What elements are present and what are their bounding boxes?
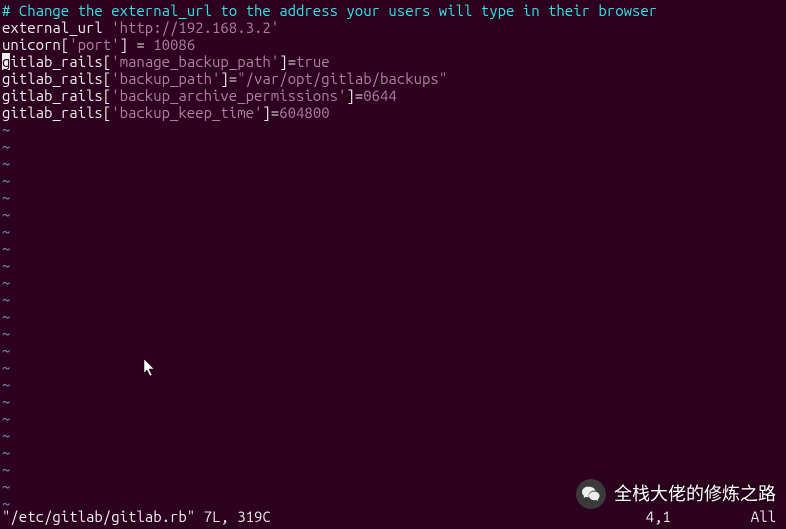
config-key: 'backup_archive_permissions' xyxy=(111,87,346,104)
vim-status-bar: "/etc/gitlab/gitlab.rb" 7L, 319C 4,1 All xyxy=(0,508,786,529)
empty-line-tilde: ~ xyxy=(2,393,784,410)
string-literal: 'http://192.168.3.2' xyxy=(111,19,279,36)
empty-line-tilde: ~ xyxy=(2,461,784,478)
comment-text: # Change the external_url to the address… xyxy=(2,2,657,19)
empty-line-tilde: ~ xyxy=(2,172,784,189)
empty-line-tilde: ~ xyxy=(2,138,784,155)
empty-line-tilde: ~ xyxy=(2,121,784,138)
config-key: 'backup_keep_time' xyxy=(111,104,262,121)
watermark: 全栈大佬的修炼之路 xyxy=(576,479,776,509)
boolean-literal: true xyxy=(296,53,330,70)
empty-line-tilde: ~ xyxy=(2,325,784,342)
config-key: 'backup_path' xyxy=(111,70,220,87)
code-line: # Change the external_url to the address… xyxy=(2,2,784,19)
empty-line-tilde: ~ xyxy=(2,342,784,359)
status-cursor-position: 4,1 xyxy=(646,508,671,525)
code-line-cursor: gitlab_rails['manage_backup_path']=true xyxy=(2,53,784,70)
empty-line-tilde: ~ xyxy=(2,308,784,325)
config-key: 'manage_backup_path' xyxy=(111,53,279,70)
code-line: unicorn['port'] = 10086 xyxy=(2,36,784,53)
empty-line-tilde: ~ xyxy=(2,410,784,427)
empty-line-tilde: ~ xyxy=(2,155,784,172)
code-line: gitlab_rails['backup_keep_time']=604800 xyxy=(2,104,784,121)
number-literal: 0644 xyxy=(363,87,397,104)
status-file-info: "/etc/gitlab/gitlab.rb" 7L, 319C xyxy=(2,508,271,525)
config-key: 'port' xyxy=(69,36,119,53)
code-line: gitlab_rails['backup_archive_permissions… xyxy=(2,87,784,104)
empty-line-tilde: ~ xyxy=(2,444,784,461)
number-literal: 10086 xyxy=(153,36,195,53)
empty-line-tilde: ~ xyxy=(2,257,784,274)
empty-line-tilde: ~ xyxy=(2,274,784,291)
vim-editor[interactable]: # Change the external_url to the address… xyxy=(0,0,786,529)
empty-line-tilde: ~ xyxy=(2,291,784,308)
number-literal: 604800 xyxy=(279,104,329,121)
empty-line-tilde: ~ xyxy=(2,240,784,257)
empty-line-tilde: ~ xyxy=(2,376,784,393)
wechat-icon xyxy=(576,479,606,509)
empty-line-tilde: ~ xyxy=(2,427,784,444)
watermark-text: 全栈大佬的修炼之路 xyxy=(614,486,776,503)
code-line: external_url 'http://192.168.3.2' xyxy=(2,19,784,36)
empty-line-tilde: ~ xyxy=(2,223,784,240)
status-scroll-indicator: All xyxy=(751,508,776,525)
code-line: gitlab_rails['backup_path']="/var/opt/gi… xyxy=(2,70,784,87)
string-literal: "/var/opt/gitlab/backups" xyxy=(237,70,447,87)
empty-line-tilde: ~ xyxy=(2,189,784,206)
empty-line-tilde: ~ xyxy=(2,206,784,223)
empty-line-tilde: ~ xyxy=(2,359,784,376)
